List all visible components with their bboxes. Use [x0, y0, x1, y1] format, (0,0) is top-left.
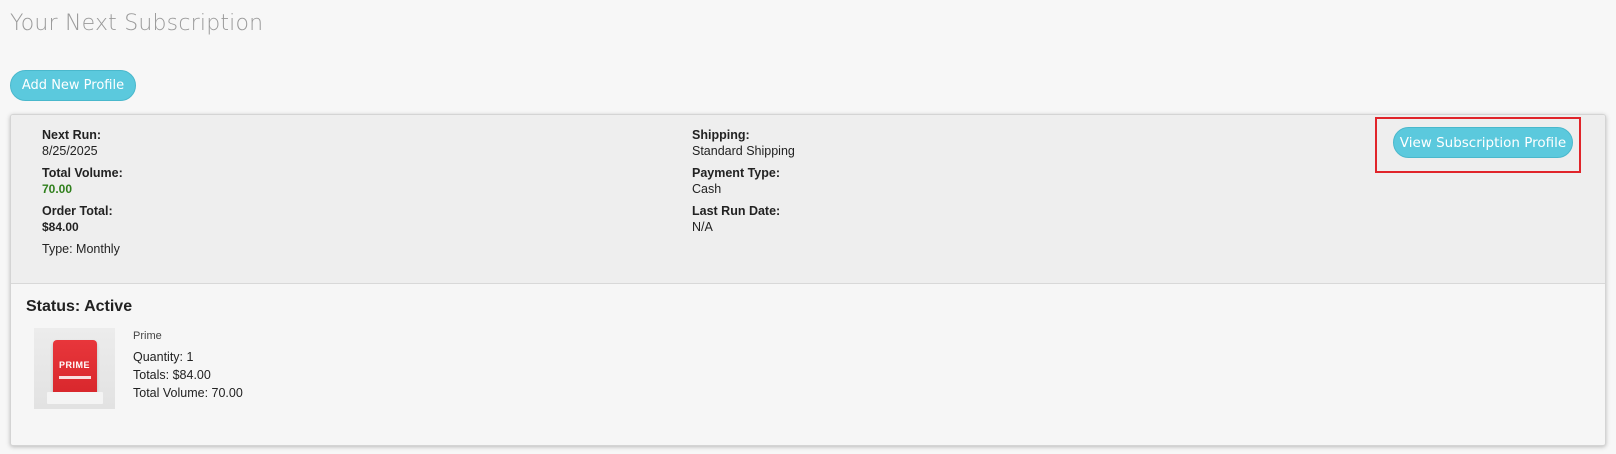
summary-left-column: Next Run: 8/25/2025 Total Volume: 70.00 … — [42, 127, 123, 257]
last-run-date-label: Last Run Date: — [692, 204, 781, 218]
total-volume-label: Total Volume: — [42, 166, 123, 180]
product-name: Prime — [133, 330, 162, 342]
product-total-volume: Total Volume: 70.00 — [133, 386, 243, 400]
last-run-date-value: N/A — [692, 220, 713, 234]
payment-type-label: Payment Type: — [692, 166, 780, 180]
summary-middle-column: Shipping: Standard Shipping Payment Type… — [692, 127, 795, 241]
subscription-type: Type: Monthly — [42, 242, 120, 256]
total-volume-value: 70.00 — [42, 182, 73, 196]
product-bag-graphic: PRIME — [46, 339, 103, 404]
shipping-value: Standard Shipping — [692, 144, 795, 158]
order-total-label: Order Total: — [42, 204, 113, 218]
payment-type-value: Cash — [692, 182, 722, 196]
add-new-profile-button[interactable]: Add New Profile — [10, 70, 136, 101]
next-run-value: 8/25/2025 — [42, 144, 98, 158]
view-subscription-profile-button[interactable]: View Subscription Profile — [1393, 127, 1573, 158]
subscription-summary: Next Run: 8/25/2025 Total Volume: 70.00 … — [11, 115, 1605, 284]
product-quantity: Quantity: 1 — [133, 350, 194, 364]
subscription-details: Status: Active PRIME Prime Quantity: 1 T… — [11, 284, 1605, 445]
subscription-card: Next Run: 8/25/2025 Total Volume: 70.00 … — [10, 114, 1606, 446]
product-info: Prime Quantity: 1 Totals: $84.00 Total V… — [133, 329, 243, 402]
product-bag-brand: PRIME — [58, 359, 90, 370]
page-title: Your Next Subscription — [10, 11, 264, 36]
shipping-label: Shipping: — [692, 128, 750, 142]
subscription-status: Status: Active — [26, 298, 133, 315]
next-run-label: Next Run: — [42, 128, 102, 142]
order-total-value: $84.00 — [42, 220, 79, 234]
product-image: PRIME — [34, 328, 115, 409]
product-totals: Totals: $84.00 — [133, 368, 211, 382]
